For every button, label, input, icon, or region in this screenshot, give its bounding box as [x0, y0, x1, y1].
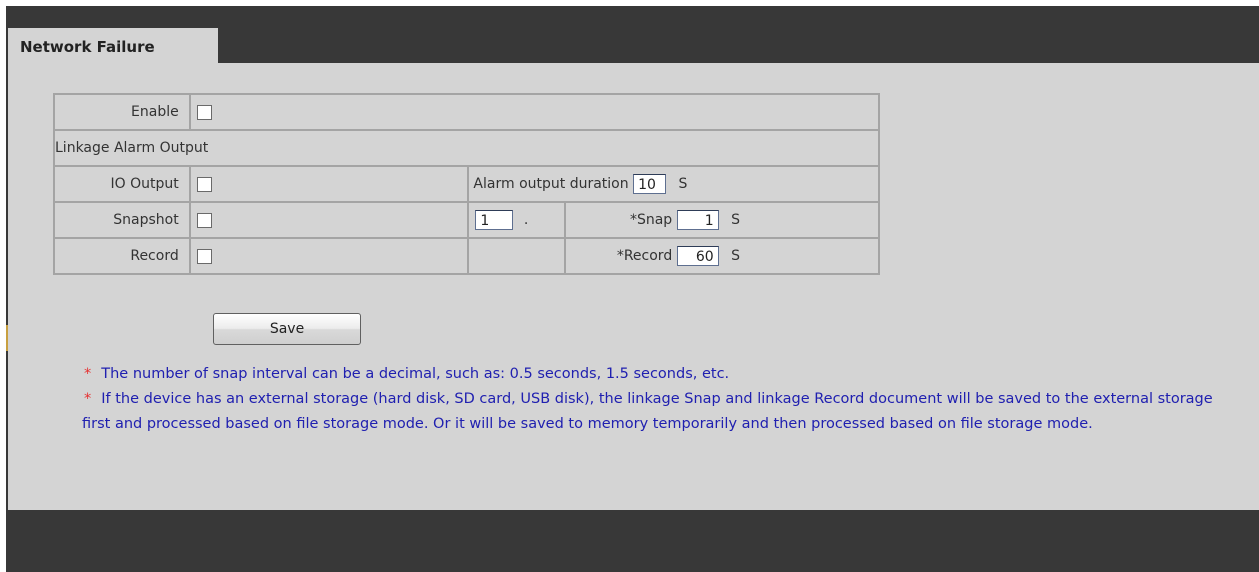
snapshot-cell: [188, 201, 470, 239]
linkage-header-row: Linkage Alarm Output: [53, 129, 880, 167]
snapshot-count-cell: 1 .: [467, 201, 567, 239]
note-snap-interval: * The number of snap interval can be a de…: [82, 362, 1232, 387]
note-marker: *: [84, 366, 92, 382]
note-text: If the device has an external storage (h…: [82, 391, 1213, 432]
snapshot-row: Snapshot 1 . *Snap 1 S: [53, 201, 880, 239]
snapshot-count-input[interactable]: 1: [475, 210, 514, 230]
record-empty-cell: [467, 237, 567, 275]
tab-network-failure[interactable]: Network Failure: [8, 28, 218, 65]
enable-row: Enable: [53, 93, 881, 131]
alarm-duration-label: Alarm output duration: [473, 176, 629, 192]
io-output-checkbox[interactable]: [196, 176, 212, 192]
record-checkbox[interactable]: [196, 248, 212, 264]
io-output-cell: [188, 165, 470, 203]
snapshot-count-suffix: .: [523, 212, 529, 228]
snap-interval-unit: S: [731, 212, 740, 228]
record-cell: [188, 237, 470, 275]
record-duration-label: *Record: [616, 248, 673, 264]
save-button[interactable]: Save: [213, 313, 361, 345]
snap-interval-input[interactable]: 1: [676, 210, 719, 230]
snap-interval-cell: *Snap 1 S: [564, 201, 880, 239]
note-external-storage: * If the device has an external storage (…: [82, 387, 1232, 437]
record-label: Record: [53, 237, 191, 275]
record-row: Record *Record 60 S: [53, 237, 880, 275]
record-duration-unit: S: [731, 248, 740, 264]
note-text: The number of snap interval can be a dec…: [101, 366, 730, 382]
snapshot-checkbox[interactable]: [196, 212, 212, 228]
snap-interval-label: *Snap: [629, 212, 673, 228]
record-duration-input[interactable]: 60: [676, 246, 719, 266]
network-failure-settings-table: Enable Linkage Alarm Output IO Output Al…: [53, 93, 881, 275]
snapshot-label: Snapshot: [53, 201, 191, 239]
alarm-duration-cell: Alarm output duration 10 S: [467, 165, 880, 203]
enable-label: Enable: [53, 93, 191, 131]
alarm-duration-input[interactable]: 10: [633, 174, 667, 194]
io-output-label: IO Output: [53, 165, 191, 203]
linkage-alarm-output-header: Linkage Alarm Output: [53, 129, 880, 167]
alarm-duration-unit: S: [678, 176, 688, 192]
enable-cell: [188, 93, 881, 131]
notes-section: * The number of snap interval can be a de…: [82, 362, 1232, 437]
record-duration-cell: *Record 60 S: [564, 237, 880, 275]
tab-title: Network Failure: [20, 38, 155, 56]
note-marker: *: [84, 391, 92, 407]
io-output-row: IO Output Alarm output duration 10 S: [53, 165, 880, 203]
enable-checkbox[interactable]: [196, 104, 212, 120]
